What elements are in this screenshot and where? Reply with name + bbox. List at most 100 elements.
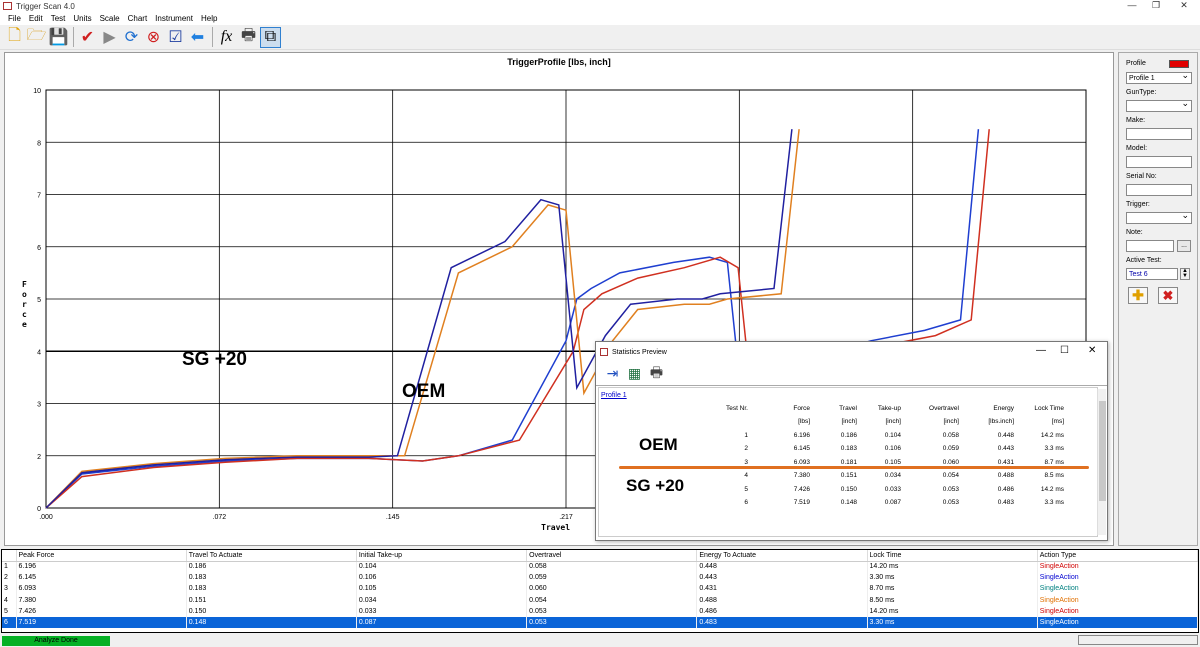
grid-col-header[interactable]: Lock Time [867,550,1038,562]
grid-col-header[interactable]: Action Type [1037,550,1199,562]
stats-unit [699,415,751,429]
stats-cell: 0.087 [884,499,901,507]
stats-col-header: Lock Time [1034,405,1064,412]
save-icon[interactable]: 💾 [48,27,69,48]
model-input[interactable] [1126,156,1192,168]
make-input[interactable] [1126,128,1192,140]
stats-oem-annotation: OEM [639,435,678,454]
window-title: Trigger Scan 4.0 [16,1,75,11]
stats-cell: 7.426 [793,485,810,493]
menu-units[interactable]: Units [73,14,91,23]
stats-row: 1 6.196 0.186 0.104 0.058 0.448 14.2 ms [699,429,1067,443]
grid-col-header[interactable]: Energy To Actuate [696,550,868,562]
grid-cell: 6 [2,616,17,629]
active-test-input[interactable]: Test 6 [1126,268,1178,280]
preview-icon[interactable]: ⧉ [260,26,281,48]
back-arrow-icon[interactable]: ⬅ [187,27,208,48]
play-icon[interactable]: ▶ [99,27,120,48]
stats-sg-annotation: SG +20 [626,476,685,495]
stats-minimize-button[interactable]: — [1036,345,1046,356]
grid-col-header[interactable]: Travel To Actuate [186,550,357,562]
trigger-select[interactable] [1126,210,1192,224]
menu-help[interactable]: Help [201,14,217,23]
menu-edit[interactable]: Edit [29,14,43,23]
stats-col-header: Force [793,405,810,412]
add-test-button[interactable]: ✚ [1128,287,1148,304]
stats-cell: 14.2 ms [1040,485,1064,493]
stats-cell: 4 [744,472,748,480]
stats-cell: 7.380 [793,472,810,480]
open-icon[interactable]: 🗁 [26,27,47,48]
profile-select[interactable]: Profile 1 [1126,70,1192,84]
stats-cell: 6.145 [793,445,810,453]
grid-cell: 8.50 ms [867,594,1038,606]
grid-col-header[interactable]: Peak Force [16,550,187,562]
grid-cell: 0.151 [186,594,357,606]
stats-col-header: Overtravel [929,405,959,412]
grid-cell: 0.486 [696,605,868,617]
stats-cell: 5 [744,485,748,493]
grid-row[interactable]: 2 6.145 0.183 0.106 0.059 0.443 3.30 ms SingleA… [2,572,1199,584]
verify-icon[interactable]: ☑ [165,27,186,48]
grid-cell: 0.034 [356,594,528,606]
grid-cell: 0.183 [186,572,357,584]
grid-row[interactable]: 4 7.380 0.151 0.034 0.054 0.488 8.50 ms SingleA… [2,594,1199,606]
grid-cell: 6.093 [16,583,187,595]
toolbar: 🗋 🗁 💾 ✔ ▶ ⟳ ⊗ ☑ ⬅ fx 🖶 ⧉ [0,25,1200,50]
note-browse-button[interactable]: ... [1177,240,1191,252]
grid-cell: 7.519 [16,616,187,629]
exit-icon[interactable]: ⇥ [602,363,623,384]
menu-file[interactable]: File [8,14,21,23]
minimize-button[interactable]: — [1120,0,1144,12]
guntype-select[interactable] [1126,98,1192,112]
right-panel: Profile Profile 1 GunType: Make: Model: … [1118,52,1198,546]
stats-close-button[interactable]: ✕ [1088,345,1096,356]
grid-col-header[interactable]: Overtravel [526,550,698,562]
grid-cell: 0.148 [186,616,357,629]
grid-cell: 0.183 [186,583,357,595]
grid-row[interactable]: 6 7.519 0.148 0.087 0.053 0.483 3.30 ms SingleA… [2,616,1199,629]
grid-cell: 0.033 [356,605,528,617]
print-icon[interactable]: 🖶 [646,363,667,384]
menu-instrument[interactable]: Instrument [155,14,193,23]
print-icon[interactable]: 🖶 [238,27,259,48]
grid-row[interactable]: 5 7.426 0.150 0.033 0.053 0.486 14.20 ms Single… [2,605,1199,617]
grid-cell: 2 [2,572,17,584]
grid-icon[interactable]: ▦ [624,363,645,384]
stats-cell: 6.196 [793,431,810,439]
y-tick-label: 5 [37,297,41,304]
serial-input[interactable] [1126,184,1192,196]
function-icon[interactable]: fx [216,27,237,48]
grid-col-header[interactable] [2,550,17,562]
stats-cell: 3.3 ms [1044,445,1064,453]
statistics-preview-window: Statistics Preview — ☐ ✕ ⇥ ▦ 🖶 Profile 1… [595,341,1108,541]
stats-scrollbar[interactable] [1097,389,1106,535]
stats-toolbar: ⇥ ▦ 🖶 [596,362,1107,386]
note-input[interactable] [1126,240,1174,252]
grid-row[interactable]: 3 6.093 0.183 0.105 0.060 0.431 8.70 ms SingleA… [2,583,1199,595]
check-icon[interactable]: ✔ [77,27,98,48]
close-button[interactable]: ✕ [1172,0,1196,12]
stats-table: Test Nr. Force Travel Take-up Overtravel… [699,402,1067,510]
stats-maximize-button[interactable]: ☐ [1060,345,1069,356]
grid-col-header[interactable]: Initial Take-up [356,550,528,562]
menu-test[interactable]: Test [51,14,66,23]
menu-scale[interactable]: Scale [100,14,120,23]
stats-row: 6 7.519 0.148 0.087 0.053 0.483 3.3 ms [699,496,1067,510]
results-grid: Peak Force Travel To Actuate Initial Take-… [1,549,1199,633]
refresh-icon[interactable]: ⟳ [121,27,142,48]
menu-bar: File Edit Test Units Scale Chart Instrum… [0,12,1200,25]
profile-color-swatch[interactable] [1169,60,1189,68]
stats-cell: 0.483 [997,499,1014,507]
menu-chart[interactable]: Chart [128,14,148,23]
svg-text:r: r [22,300,27,309]
delete-test-button[interactable]: ✖ [1158,287,1178,304]
active-test-spinner[interactable]: ▲ ▼ [1180,268,1190,280]
new-icon[interactable]: 🗋 [4,27,25,48]
profile-link[interactable]: Profile 1 [601,392,627,399]
maximize-button[interactable]: ❐ [1144,0,1168,12]
grid-cell: 0.483 [696,616,868,629]
stop-icon[interactable]: ⊗ [143,27,164,48]
grid-row[interactable]: 1 6.196 0.186 0.104 0.058 0.448 14.20 ms Single… [2,561,1199,573]
stats-cell: 0.033 [884,485,901,493]
